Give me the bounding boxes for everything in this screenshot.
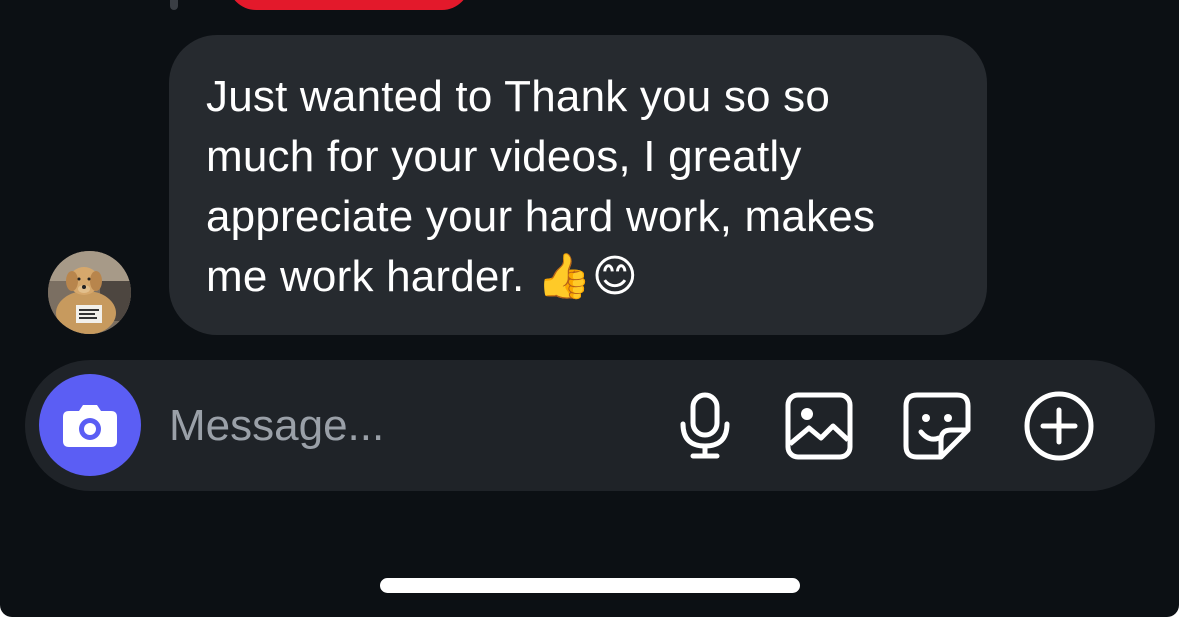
message-text: Just wanted to Thank you so so much for … bbox=[206, 72, 876, 301]
message-composer bbox=[25, 360, 1155, 491]
voice-message-button[interactable] bbox=[669, 390, 741, 462]
photo-gallery-icon bbox=[785, 392, 853, 460]
plus-circle-icon bbox=[1024, 391, 1094, 461]
camera-button[interactable] bbox=[39, 374, 141, 476]
more-options-button[interactable] bbox=[1023, 390, 1095, 462]
previous-message-bubble[interactable] bbox=[228, 0, 470, 10]
gallery-button[interactable] bbox=[783, 390, 855, 462]
microphone-icon bbox=[680, 392, 730, 459]
dog-photo-icon bbox=[48, 251, 131, 334]
message-edge-mark bbox=[170, 0, 178, 10]
sticker-button[interactable] bbox=[901, 390, 973, 462]
home-indicator[interactable] bbox=[380, 578, 800, 593]
dm-conversation-screen: Just wanted to Thank you so so much for … bbox=[0, 0, 1179, 617]
camera-icon bbox=[63, 405, 117, 447]
sticker-icon bbox=[903, 392, 971, 460]
message-input[interactable] bbox=[169, 396, 629, 456]
sender-avatar[interactable] bbox=[48, 251, 131, 334]
incoming-message-bubble[interactable]: Just wanted to Thank you so so much for … bbox=[169, 35, 987, 335]
